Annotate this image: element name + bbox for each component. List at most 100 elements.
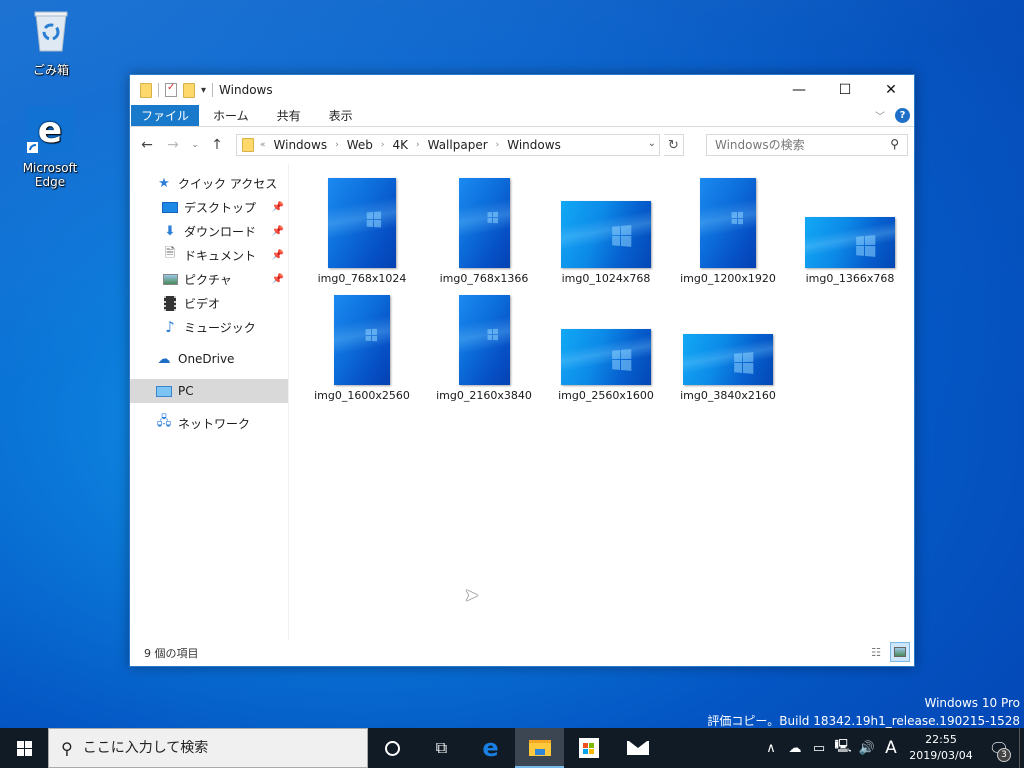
minimize-button[interactable]: —	[776, 75, 822, 105]
pin-icon[interactable]: 📌	[272, 274, 284, 285]
breadcrumb-overflow[interactable]: «	[260, 140, 266, 150]
cloud-icon: ☁	[157, 351, 171, 367]
close-button[interactable]: ✕	[868, 75, 914, 105]
show-desktop-button[interactable]	[1019, 728, 1024, 768]
refresh-button[interactable]: ↻	[664, 134, 684, 156]
nav-label: デスクトップ	[184, 200, 257, 215]
file-item[interactable]: img0_1366x768	[789, 176, 911, 293]
documents-icon: 🗎	[164, 246, 176, 261]
forward-button[interactable]: →	[162, 137, 184, 153]
file-item[interactable]: img0_1024x768	[545, 176, 667, 293]
search-input[interactable]	[715, 138, 875, 152]
nav-documents[interactable]: 🗎 ドキュメント 📌	[130, 243, 288, 267]
nav-music[interactable]: ♪ ミュージック	[130, 315, 288, 339]
edge-icon: e	[482, 734, 499, 762]
title-bar[interactable]: ▾ Windows — ☐ ✕	[130, 75, 914, 105]
folder-icon	[242, 138, 254, 152]
maximize-button[interactable]: ☐	[822, 75, 868, 105]
breadcrumb-item[interactable]: Web	[347, 138, 373, 152]
windows-logo-icon	[487, 328, 499, 341]
file-item[interactable]: img0_768x1024	[301, 176, 423, 293]
breadcrumb-separator[interactable]: ›	[496, 140, 500, 150]
file-name: img0_1024x768	[561, 272, 651, 285]
nav-quick-access[interactable]: ★ クイック アクセス	[130, 171, 288, 195]
taskbar-search-box[interactable]: ⚲	[48, 728, 368, 768]
help-icon[interactable]: ?	[895, 108, 910, 123]
nav-onedrive[interactable]: ☁ OneDrive	[130, 347, 288, 371]
file-item[interactable]: img0_3840x2160	[667, 293, 789, 410]
nav-label: PC	[178, 384, 194, 398]
file-item[interactable]: img0_2160x3840	[423, 293, 545, 410]
nav-network[interactable]: 🖧 ネットワーク	[130, 411, 288, 435]
pin-icon[interactable]: 📌	[272, 226, 284, 237]
nav-label: ダウンロード	[184, 224, 257, 239]
nav-videos[interactable]: ビデオ	[130, 291, 288, 315]
address-bar[interactable]: « Windows › Web › 4K › Wallpaper › Windo…	[236, 134, 660, 156]
new-folder-icon[interactable]	[183, 82, 195, 98]
tab-view[interactable]: 表示	[315, 105, 367, 126]
taskbar-file-explorer[interactable]	[515, 728, 564, 768]
tab-share[interactable]: 共有	[263, 105, 315, 126]
ribbon-tabs: ファイル ホーム 共有 表示 ﹀ ?	[130, 105, 914, 127]
up-button[interactable]: ↑	[206, 137, 228, 153]
desktop-icon-edge[interactable]: e Microsoft Edge	[12, 106, 88, 189]
action-center-button[interactable]: 🗨 3	[979, 739, 1019, 762]
breadcrumb-item[interactable]: Windows	[274, 138, 328, 152]
volume-icon[interactable]: 🔊	[855, 741, 879, 756]
pin-icon[interactable]: 📌	[272, 250, 284, 261]
breadcrumb-separator[interactable]: ›	[335, 140, 339, 150]
clock[interactable]: 22:55 2019/03/04	[903, 732, 979, 764]
large-icons-view-button[interactable]	[890, 642, 910, 662]
windows-logo-icon	[612, 225, 632, 248]
windows-logo-icon	[366, 211, 382, 228]
file-item[interactable]: img0_1600x2560	[301, 293, 423, 410]
system-tray: ∧ ☁ ▭ 🖳 🔊 A 22:55 2019/03/04 🗨 3	[759, 728, 1024, 768]
pin-icon[interactable]: 📌	[272, 202, 284, 213]
search-icon: ⚲	[890, 137, 899, 151]
taskbar-edge[interactable]: e	[466, 728, 515, 768]
nav-pictures[interactable]: ピクチャ 📌	[130, 267, 288, 291]
image-thumbnail	[683, 334, 773, 385]
recent-locations-button[interactable]: ⌄	[188, 140, 202, 150]
taskbar-store[interactable]	[564, 728, 613, 768]
breadcrumb-item[interactable]: Wallpaper	[428, 138, 488, 152]
network-icon[interactable]: 🖳	[831, 737, 855, 759]
properties-icon[interactable]	[165, 82, 177, 97]
taskbar-mail[interactable]	[613, 728, 662, 768]
file-item[interactable]: img0_1200x1920	[667, 176, 789, 293]
address-history-chevron-icon[interactable]: ⌄	[648, 138, 656, 149]
tab-file[interactable]: ファイル	[131, 105, 200, 126]
breadcrumb-item[interactable]: 4K	[392, 138, 408, 152]
details-view-button[interactable]: ☷	[866, 642, 886, 662]
file-item[interactable]: img0_768x1366	[423, 176, 545, 293]
nav-downloads[interactable]: ⬇ ダウンロード 📌	[130, 219, 288, 243]
nav-desktop[interactable]: デスクトップ 📌	[130, 195, 288, 219]
file-explorer-window: ▾ Windows — ☐ ✕ ファイル ホーム 共有 表示 ﹀ ? ← → ⌄…	[129, 74, 915, 667]
clock-date: 2019/03/04	[909, 749, 973, 762]
battery-icon[interactable]: ▭	[807, 741, 831, 756]
expand-ribbon-chevron-icon[interactable]: ﹀	[875, 108, 885, 123]
breadcrumb-separator[interactable]: ›	[381, 140, 385, 150]
back-button[interactable]: ←	[136, 137, 158, 153]
cortana-button[interactable]	[368, 728, 417, 768]
navigation-pane: ★ クイック アクセス デスクトップ 📌 ⬇ ダウンロード 📌 🗎 ドキュメント…	[130, 164, 289, 640]
show-hidden-icons-chevron-icon[interactable]: ∧	[759, 741, 783, 756]
windows-logo-icon	[365, 328, 378, 342]
nav-pc[interactable]: PC	[130, 379, 288, 403]
ime-indicator[interactable]: A	[879, 738, 903, 758]
task-view-button[interactable]: ⧉	[417, 728, 466, 768]
taskbar-search-input[interactable]	[82, 740, 353, 756]
file-name: img0_1200x1920	[680, 272, 776, 285]
file-item[interactable]: img0_2560x1600	[545, 293, 667, 410]
onedrive-paused-icon[interactable]: ☁	[783, 741, 807, 756]
nav-label: ビデオ	[184, 296, 221, 311]
image-thumbnail	[458, 178, 510, 268]
mouse-cursor: ➤	[464, 585, 480, 606]
customize-toolbar-dropdown[interactable]: ▾	[201, 85, 206, 96]
desktop-icon-recycle-bin[interactable]: ごみ箱	[13, 8, 89, 78]
start-button[interactable]	[0, 728, 48, 768]
breadcrumb-item[interactable]: Windows	[507, 138, 561, 152]
search-box[interactable]: ⚲	[706, 134, 908, 156]
tab-home[interactable]: ホーム	[199, 105, 263, 126]
breadcrumb-separator[interactable]: ›	[416, 140, 420, 150]
